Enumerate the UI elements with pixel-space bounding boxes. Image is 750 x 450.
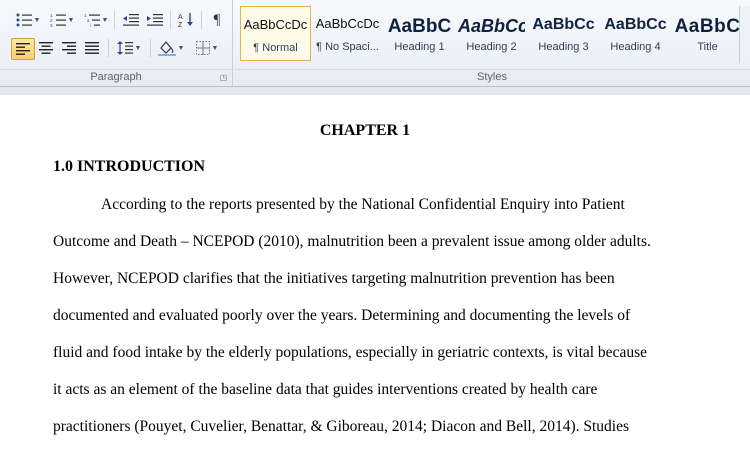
style-name: Heading 2 [466, 41, 517, 53]
numbering-button[interactable]: 123 ▼ [48, 10, 76, 30]
body-line: Outcome and Death – NCEPOD (2010), malnu… [53, 233, 651, 250]
section-heading: 1.0 INTRODUCTION [53, 158, 206, 175]
align-right-icon [62, 42, 76, 54]
multilevel-list-button[interactable]: 1ai ▼ [82, 10, 110, 30]
style-preview: AaBbCc [532, 16, 595, 33]
align-left-button[interactable] [11, 38, 35, 60]
line-spacing-button[interactable]: ▼ [114, 38, 144, 58]
body-line: practitioners (Pouyet, Cuvelier, Benatta… [53, 418, 630, 435]
separator [201, 11, 202, 29]
decrease-indent-button[interactable] [120, 10, 142, 30]
line-spacing-icon [116, 41, 133, 55]
bullets-button[interactable]: ▼ [14, 10, 42, 30]
gallery-scrollbar[interactable] [739, 6, 750, 63]
style-no-spacing[interactable]: AaBbCcDc ¶ No Spaci... [312, 6, 383, 61]
align-center-icon [39, 42, 53, 54]
styles-group: AaBbCcDc ¶ Normal AaBbCcDc ¶ No Spaci...… [234, 0, 750, 86]
center-button[interactable] [35, 38, 57, 58]
separator [170, 11, 171, 29]
style-preview: AaBbC [674, 16, 741, 37]
sort-icon: AZ [178, 12, 194, 28]
style-preview: AaBbCc [604, 16, 667, 33]
separator [150, 39, 151, 57]
align-right-button[interactable] [58, 38, 80, 58]
shading-icon [157, 40, 176, 56]
bullets-icon [16, 13, 32, 27]
dialog-launcher-icon[interactable]: ◳ [219, 73, 228, 82]
style-name: Heading 4 [610, 41, 661, 53]
pilcrow-icon: ¶ [213, 11, 221, 28]
ribbon: ▼ 123 ▼ 1ai ▼ AZ ¶ ▼ ▼ ▼ Paragraph ◳ AaB… [0, 0, 750, 87]
chevron-down-icon: ▼ [33, 16, 41, 24]
svg-text:Z: Z [178, 22, 183, 28]
multilevel-list-icon: 1ai [84, 13, 100, 27]
style-heading-1[interactable]: AaBbC Heading 1 [384, 6, 455, 61]
shading-button[interactable]: ▼ [155, 38, 187, 58]
show-marks-button[interactable]: ¶ [206, 10, 228, 30]
svg-text:3: 3 [50, 23, 53, 27]
chevron-down-icon: ▼ [101, 16, 109, 24]
increase-indent-button[interactable] [144, 10, 166, 30]
style-name: Title [697, 41, 718, 53]
borders-button[interactable]: ▼ [191, 38, 223, 58]
styles-gallery: AaBbCcDc ¶ Normal AaBbCcDc ¶ No Spaci...… [240, 6, 744, 63]
style-heading-4[interactable]: AaBbCc Heading 4 [600, 6, 671, 61]
separator [114, 11, 115, 29]
svg-text:i: i [90, 23, 91, 27]
borders-icon [195, 41, 210, 55]
sort-button[interactable]: AZ [175, 10, 197, 30]
numbering-icon: 123 [50, 13, 66, 27]
body-line: According to the reports presented by th… [101, 196, 625, 213]
style-heading-3[interactable]: AaBbCc Heading 3 [528, 6, 599, 61]
justify-icon [85, 42, 99, 54]
paragraph-group-label: Paragraph [0, 69, 232, 84]
chapter-title: CHAPTER 1 [319, 122, 411, 139]
chevron-down-icon: ▼ [211, 44, 219, 52]
body-line: fluid and food intake by the elderly pop… [53, 344, 647, 361]
style-name: ¶ No Spaci... [316, 41, 379, 53]
align-left-icon [16, 43, 30, 55]
justify-button[interactable] [81, 38, 103, 58]
document-page[interactable]: CHAPTER 1 1.0 INTRODUCTION According to … [0, 96, 750, 450]
style-preview: AaBbCcDc [243, 17, 308, 32]
ruler-strip [0, 87, 750, 95]
separator [108, 39, 109, 57]
style-name: Heading 1 [394, 41, 445, 53]
style-name: Heading 3 [538, 41, 589, 53]
style-title[interactable]: AaBbC Title [672, 6, 743, 61]
decrease-indent-icon [123, 13, 139, 27]
body-line: documented and evaluated poorly over the… [53, 307, 631, 324]
styles-group-label: Styles [234, 69, 750, 84]
style-preview: AaBbC [387, 16, 452, 37]
paragraph-group: ▼ 123 ▼ 1ai ▼ AZ ¶ ▼ ▼ ▼ Paragraph ◳ [0, 0, 233, 86]
increase-indent-icon [147, 13, 163, 27]
style-preview: AaBbCcDc [315, 16, 380, 31]
chevron-down-icon: ▼ [134, 44, 142, 52]
style-normal[interactable]: AaBbCcDc ¶ Normal [240, 6, 311, 61]
style-preview: AaBbCc [458, 16, 525, 36]
style-name: ¶ Normal [253, 42, 298, 54]
svg-text:A: A [178, 14, 183, 21]
body-line: However, NCEPOD clarifies that the initi… [53, 270, 615, 287]
body-line: it acts as an element of the baseline da… [53, 381, 598, 398]
chevron-down-icon: ▼ [67, 16, 75, 24]
chevron-down-icon: ▼ [177, 44, 185, 52]
style-heading-2[interactable]: AaBbCc Heading 2 [456, 6, 527, 61]
